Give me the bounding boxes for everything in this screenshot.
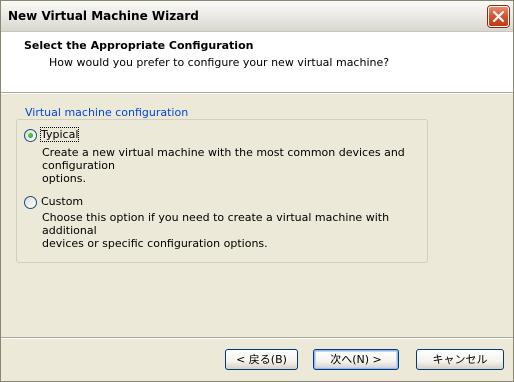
- typical-description: Create a new virtual machine with the mo…: [42, 146, 427, 185]
- header-subtitle: How would you prefer to configure your n…: [49, 56, 390, 69]
- back-button[interactable]: < 戻る(B): [225, 349, 298, 370]
- description-line: Create a new virtual machine with the mo…: [42, 146, 405, 172]
- description-line: options.: [42, 172, 87, 185]
- footer-divider: [1, 337, 513, 339]
- groupbox-legend: Virtual machine configuration: [23, 106, 191, 119]
- header-title: Select the Appropriate Configuration: [24, 39, 254, 52]
- custom-label[interactable]: Custom: [41, 195, 83, 208]
- radio-selected-dot: [28, 133, 33, 138]
- window-title: New Virtual Machine Wizard: [8, 9, 199, 23]
- description-line: devices or specific configuration option…: [42, 237, 268, 250]
- close-button[interactable]: [488, 6, 509, 27]
- custom-radio[interactable]: [24, 196, 37, 209]
- wizard-header: Select the Appropriate Configuration How…: [1, 32, 513, 92]
- typical-label[interactable]: Typical: [39, 127, 80, 142]
- title-bar[interactable]: New Virtual Machine Wizard: [1, 1, 513, 32]
- typical-radio[interactable]: [24, 129, 37, 142]
- wizard-window: New Virtual Machine Wizard Select the Ap…: [0, 0, 514, 382]
- close-icon: [492, 10, 505, 23]
- header-divider: [1, 92, 513, 94]
- description-line: Choose this option if you need to create…: [42, 211, 390, 237]
- custom-description: Choose this option if you need to create…: [42, 211, 427, 250]
- next-button[interactable]: 次へ(N) >: [313, 349, 399, 370]
- cancel-button[interactable]: キャンセル: [416, 349, 504, 370]
